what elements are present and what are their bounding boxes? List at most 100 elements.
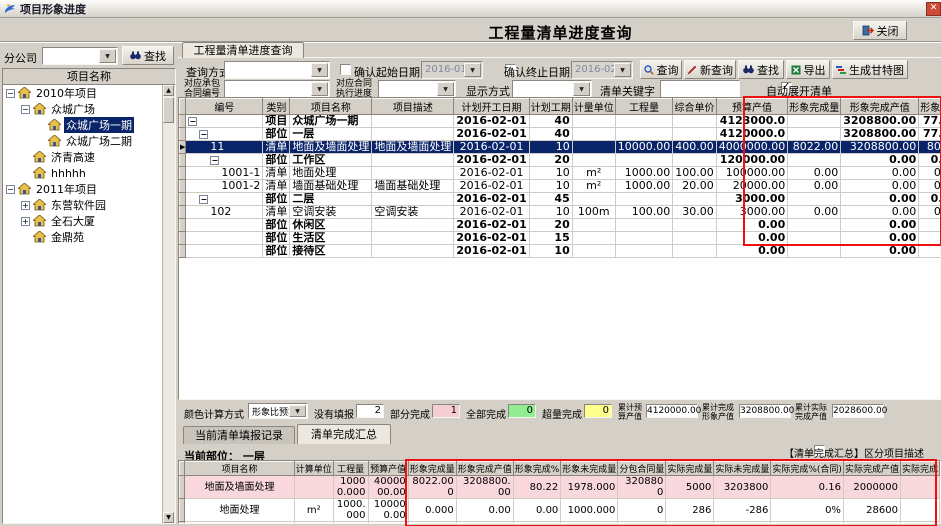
column-header[interactable]: 实际未完成量 (714, 462, 771, 476)
column-header[interactable]: 计划开工日期 (454, 99, 529, 115)
collapse-icon[interactable]: − (188, 117, 197, 126)
tab-progress-query[interactable]: 工程量清单进度查询 (182, 42, 304, 58)
display-mode-combo[interactable]: ▼ (512, 80, 592, 98)
cell: 0.00 (513, 499, 561, 522)
chevron-down-icon[interactable]: ▼ (289, 405, 306, 417)
tree-item[interactable]: 众城广场二期 (3, 133, 163, 149)
collapse-icon[interactable]: − (6, 89, 15, 98)
tab-summary[interactable]: 清单完成汇总 (297, 424, 391, 444)
tree-item[interactable]: hhhhh (3, 165, 163, 181)
column-header[interactable]: 形象完成量 (408, 462, 456, 476)
tree-item[interactable]: 众城广场一期 (3, 117, 163, 133)
column-header[interactable]: 项目描述 (372, 99, 454, 115)
table-row[interactable]: −部位工作区2016-02-0120120000.000.000.00% (180, 154, 941, 167)
tree-item[interactable]: 济青高速 (3, 149, 163, 165)
cell: 休闲区 (290, 219, 372, 232)
gantt-button[interactable]: 生成甘特图 (832, 60, 908, 79)
column-header[interactable]: 工程量 (615, 99, 673, 115)
expand-icon[interactable]: + (21, 217, 30, 226)
column-header[interactable]: 编号 (186, 99, 263, 115)
tree-item[interactable]: −2010年项目 (3, 85, 163, 101)
scroll-up-icon[interactable]: ▲ (163, 85, 174, 96)
chevron-down-icon[interactable]: ▼ (573, 82, 590, 96)
table-row[interactable]: 墙面基础处理m²1000.00020000.000.0000.000.00100… (180, 522, 940, 525)
column-header[interactable]: 形象完成% (513, 462, 561, 476)
close-button[interactable]: 关闭 (853, 21, 907, 40)
table-row[interactable]: 部位生活区2016-02-01150.000.00 (180, 232, 941, 245)
tree-item[interactable]: +东营软件园 (3, 197, 163, 213)
table-row[interactable]: 地面处理m²1000.000100000.000.0000.000.001000… (180, 499, 940, 522)
column-header[interactable]: 计划工期 (529, 99, 572, 115)
tree-item[interactable]: +全石大厦 (3, 213, 163, 229)
sidebar-search-button[interactable]: 查找 (122, 46, 174, 65)
total-image-label: 累计完成形象产值 (702, 403, 738, 421)
column-header[interactable]: 形象完成量 (788, 99, 841, 115)
column-header[interactable]: 形象未完成量 (561, 462, 618, 476)
column-header[interactable]: 形象完成产值 (841, 99, 919, 115)
confirm-start-checkbox[interactable] (340, 64, 351, 75)
column-header[interactable]: 实际完成量 (666, 462, 714, 476)
column-header[interactable]: 计量单位 (572, 99, 615, 115)
column-header[interactable]: 综合单价 (673, 99, 717, 115)
tree-scrollbar[interactable]: ▲ ▼ (162, 85, 175, 523)
chevron-down-icon[interactable]: ▼ (311, 63, 328, 77)
contract-progress-combo[interactable]: ▼ (378, 80, 456, 98)
new-search-button[interactable]: 新查询 (684, 60, 736, 79)
table-row[interactable]: 地面及墙面处理10000.0004000000.008022.000320880… (180, 476, 940, 499)
table-row[interactable]: 1001-2清单墙面基础处理墙面基础处理2016-02-0110m²1000.0… (180, 180, 941, 193)
collapse-icon[interactable]: − (210, 156, 219, 165)
table-row[interactable]: 1001-1清单地面处理2016-02-0110m²1000.00100.001… (180, 167, 941, 180)
window-close-icon[interactable]: ✕ (926, 2, 941, 16)
table-row[interactable]: −项目众城广场一期2016-02-01404123000.03208800.00… (180, 115, 941, 128)
search-button[interactable]: 查询 (640, 60, 682, 79)
color-mode-combo[interactable]: 形象比预算 ▼ (248, 403, 308, 419)
query-mode-combo[interactable]: ▼ (224, 61, 330, 79)
tree-item[interactable]: −2011年项目 (3, 181, 163, 197)
column-header[interactable]: 形象完成产值 (456, 462, 513, 476)
column-header[interactable]: 预算产值 (716, 99, 787, 115)
current-row-indicator[interactable]: ▶ (180, 141, 186, 154)
collapse-icon[interactable]: − (199, 130, 208, 139)
table-row[interactable]: ▶11清单地面及墙面处理地面及墙面处理2016-02-011010000.004… (180, 141, 941, 154)
collapse-icon[interactable]: − (21, 105, 30, 114)
house-icon (33, 231, 46, 243)
column-header[interactable]: 类别 (263, 99, 290, 115)
column-header[interactable]: 项目名称 (290, 99, 372, 115)
column-header[interactable]: 计算单位 (294, 462, 333, 476)
find-button[interactable]: 查找 (738, 60, 784, 79)
branch-combo[interactable]: ▼ (42, 47, 118, 65)
tab-current-records[interactable]: 当前清单填报记录 (183, 426, 295, 444)
table-row[interactable]: 102清单空调安装空调安装2016-02-0110100m100.0030.00… (180, 206, 941, 219)
collapse-icon[interactable]: − (6, 185, 15, 194)
column-header[interactable]: 实际完成 (900, 462, 939, 476)
column-header[interactable]: 分包合同量 (618, 462, 666, 476)
table-row[interactable]: −部位二层2016-02-01453000.000.000.00% (180, 193, 941, 206)
chevron-down-icon[interactable]: ▼ (464, 63, 481, 77)
column-header[interactable]: 实际完成产值 (843, 462, 900, 476)
column-header[interactable]: 项目名称 (185, 462, 294, 476)
expand-icon[interactable]: + (21, 201, 30, 210)
scroll-thumb[interactable] (163, 97, 174, 123)
export-button[interactable]: 导出 (786, 60, 830, 79)
keyword-input[interactable] (660, 80, 740, 98)
cell (615, 115, 673, 128)
table-row[interactable]: −部位一层2016-02-01404120000.03208800.0077.8… (180, 128, 941, 141)
chevron-down-icon[interactable]: ▼ (437, 82, 454, 96)
end-date-picker[interactable]: 2016-02-29 ▼ (571, 61, 633, 79)
column-header[interactable]: 预算产值 (368, 462, 408, 476)
table-row[interactable]: 部位接待区2016-02-01100.000.00 (180, 245, 941, 258)
start-date-picker[interactable]: 2016-01-30 ▼ (421, 61, 483, 79)
tree-item[interactable]: 金鼎苑 (3, 229, 163, 245)
column-header[interactable]: 工程量 (333, 462, 368, 476)
collapse-icon[interactable]: − (199, 195, 208, 204)
cell: 地面处理 (185, 499, 294, 522)
tree-item[interactable]: −众城广场 (3, 101, 163, 117)
column-header[interactable]: 形象完成% (919, 99, 941, 115)
chevron-down-icon[interactable]: ▼ (311, 82, 328, 96)
chevron-down-icon[interactable]: ▼ (614, 63, 631, 77)
table-row[interactable]: 部位休闲区2016-02-01200.000.00 (180, 219, 941, 232)
contract-no-combo[interactable]: ▼ (224, 80, 330, 98)
chevron-down-icon[interactable]: ▼ (99, 49, 116, 63)
column-header[interactable]: 实际完成%(合同) (771, 462, 844, 476)
scroll-down-icon[interactable]: ▼ (163, 512, 174, 523)
